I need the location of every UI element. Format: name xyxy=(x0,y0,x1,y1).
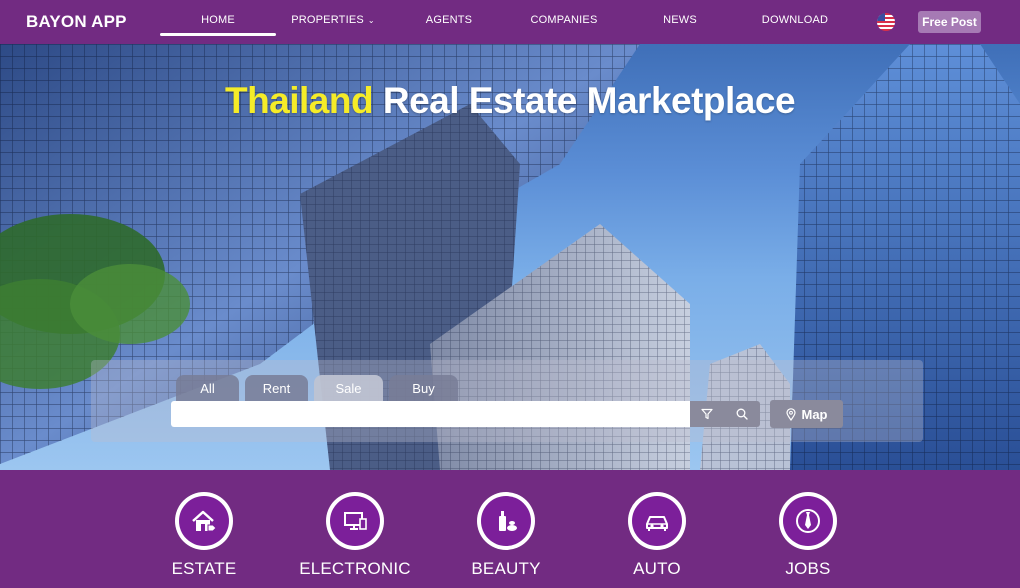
map-button[interactable]: Map xyxy=(770,400,843,428)
tab-all[interactable]: All xyxy=(176,375,239,401)
house-tag-icon xyxy=(192,510,217,532)
filter-icon xyxy=(701,408,713,420)
nav-home-label: HOME xyxy=(201,14,235,26)
category-beauty[interactable]: BEAUTY xyxy=(446,492,566,579)
listing-type-tabs: All Rent Sale Buy xyxy=(176,375,458,401)
nav-download[interactable]: DOWNLOAD xyxy=(737,0,853,40)
car-icon xyxy=(646,516,668,531)
brand-logo[interactable]: BAYON APP xyxy=(26,12,127,32)
cosmetics-icon xyxy=(499,511,517,531)
computer-icon xyxy=(344,512,367,530)
category-estate-label: ESTATE xyxy=(171,559,237,578)
map-button-label: Map xyxy=(801,406,828,422)
tab-sale[interactable]: Sale xyxy=(314,375,383,401)
chevron-down-icon: ⌄ xyxy=(367,15,375,25)
search-button[interactable] xyxy=(724,401,760,427)
nav-properties-label: PROPERTIES xyxy=(291,14,364,26)
filter-button[interactable] xyxy=(690,401,724,427)
nav-companies-label: COMPANIES xyxy=(530,14,598,26)
category-electronic[interactable]: ELECTRONIC xyxy=(295,492,415,579)
nav-companies[interactable]: COMPANIES xyxy=(506,0,622,40)
category-jobs[interactable]: JOBS xyxy=(748,492,868,579)
us-flag-icon[interactable] xyxy=(877,13,895,31)
nav-agents[interactable]: AGENTS xyxy=(391,0,507,40)
nav-agents-label: AGENTS xyxy=(425,14,473,26)
category-estate-badge xyxy=(175,492,233,550)
nav-news-label: NEWS xyxy=(663,14,697,26)
tie-icon xyxy=(796,509,820,533)
category-jobs-badge xyxy=(779,492,837,550)
hero-banner: Thailand Real Estate Marketplace All Ren… xyxy=(0,44,1020,470)
hero-title-rest: Real Estate Marketplace xyxy=(373,80,796,121)
tab-buy[interactable]: Buy xyxy=(389,375,458,401)
nav-news[interactable]: NEWS xyxy=(622,0,738,40)
category-auto-label: AUTO xyxy=(633,559,681,578)
category-estate[interactable]: ESTATE xyxy=(144,492,264,579)
nav-properties[interactable]: PROPERTIES ⌄ xyxy=(275,0,391,40)
category-auto-badge xyxy=(628,492,686,550)
category-bar: ESTATE ELECTRONIC BEAUTY AUTO JOBS xyxy=(0,470,1020,588)
category-electronic-label: ELECTRONIC xyxy=(299,559,411,578)
free-post-button[interactable]: Free Post xyxy=(918,11,981,33)
map-pin-icon xyxy=(785,407,796,421)
category-beauty-badge xyxy=(477,492,535,550)
top-navbar: BAYON APP HOME PROPERTIES ⌄ AGENTS COMPA… xyxy=(0,0,1020,44)
category-electronic-badge xyxy=(326,492,384,550)
hero-title: Thailand Real Estate Marketplace xyxy=(0,80,1020,122)
category-beauty-label: BEAUTY xyxy=(471,559,541,578)
search-icon xyxy=(736,408,748,420)
nav-download-label: DOWNLOAD xyxy=(761,14,829,26)
tab-rent[interactable]: Rent xyxy=(245,375,308,401)
category-jobs-label: JOBS xyxy=(785,559,831,578)
hero-title-highlight: Thailand xyxy=(224,80,374,121)
category-auto[interactable]: AUTO xyxy=(597,492,717,579)
nav-home[interactable]: HOME xyxy=(160,0,276,40)
search-input[interactable] xyxy=(171,401,690,427)
